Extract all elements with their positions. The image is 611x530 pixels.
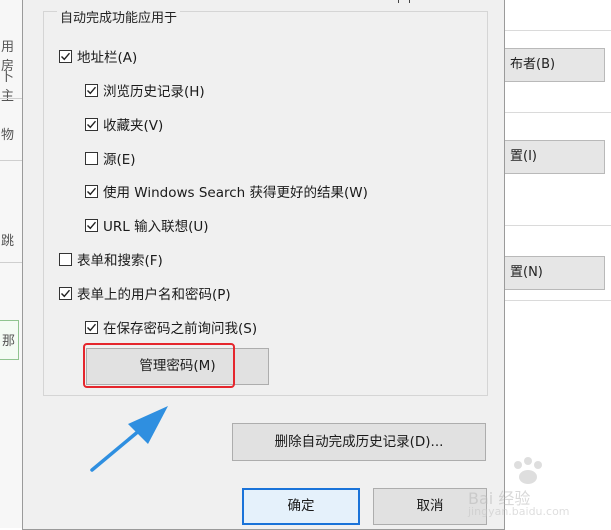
checkbox[interactable] (85, 117, 98, 131)
option-label: 表单上的用户名和密码(P) (77, 287, 231, 303)
url-suggestions-option[interactable]: URL 输入联想(U) (85, 215, 209, 235)
bg-publisher-button[interactable]: 布者(B) (497, 48, 605, 82)
checkbox[interactable] (59, 49, 72, 63)
group-title: 自动完成功能应用于 (57, 7, 181, 26)
windows-search-option[interactable]: 使用 Windows Search 获得更好的结果(W) (85, 181, 368, 201)
watermark: Bai 经验 jingyan.baidu.com (468, 455, 608, 518)
option-label: 使用 Windows Search 获得更好的结果(W) (103, 185, 368, 201)
watermark-subtext: jingyan.baidu.com (468, 505, 570, 518)
bg-divider (0, 160, 22, 161)
bg-divider (505, 225, 611, 226)
checkbox[interactable] (85, 151, 98, 165)
bg-settings-button[interactable]: 置(I) (497, 140, 605, 174)
bg-divider (505, 30, 611, 31)
bg-divider (0, 262, 22, 263)
ask-before-saving-option[interactable]: 在保存密码之前询问我(S) (85, 317, 257, 337)
checkbox[interactable] (85, 218, 98, 232)
option-label: 浏览历史记录(H) (103, 84, 205, 100)
background-window-left: 用房 卜主 物 跳 那 (0, 0, 22, 528)
annotation-arrow-icon (90, 406, 168, 472)
bg-fragment: 跳 (1, 234, 15, 249)
annotation-highlight-box (83, 343, 235, 388)
bg-fragment: 那 (2, 334, 16, 349)
checkbox[interactable] (85, 184, 98, 198)
bg-settings-n-button[interactable]: 置(N) (497, 256, 605, 290)
delete-autocomplete-history-button[interactable]: 删除自动完成历史记录(D)... (232, 423, 486, 461)
option-label: URL 输入联想(U) (103, 219, 209, 235)
autocomplete-group (43, 11, 488, 396)
ok-button[interactable]: 确定 (242, 488, 360, 525)
option-label: 地址栏(A) (77, 50, 138, 66)
option-label: 表单和搜索(F) (77, 253, 163, 269)
checkbox[interactable] (59, 286, 72, 300)
bg-divider (0, 98, 22, 99)
option-label: 源(E) (103, 152, 136, 168)
checkbox[interactable] (85, 320, 98, 334)
forms-and-searches-option[interactable]: 表单和搜索(F) (59, 249, 163, 269)
bg-divider (505, 112, 611, 113)
browsing-history-option[interactable]: 浏览历史记录(H) (85, 80, 205, 100)
checkbox[interactable] (59, 252, 72, 266)
address-bar-option[interactable]: 地址栏(A) (59, 46, 137, 66)
scroll-marker (398, 0, 410, 3)
option-label: 收藏夹(V) (103, 118, 164, 134)
background-window-right: 布者(B) 置(I) 置(N) (497, 0, 611, 528)
feeds-option[interactable]: 源(E) (85, 148, 136, 168)
favorites-option[interactable]: 收藏夹(V) (85, 114, 163, 134)
bg-divider (505, 300, 611, 301)
checkbox[interactable] (85, 83, 98, 97)
paw-icon (514, 457, 542, 484)
option-label: 在保存密码之前询问我(S) (103, 321, 258, 337)
usernames-passwords-option[interactable]: 表单上的用户名和密码(P) (59, 283, 231, 303)
bg-fragment: 物 (1, 128, 15, 143)
